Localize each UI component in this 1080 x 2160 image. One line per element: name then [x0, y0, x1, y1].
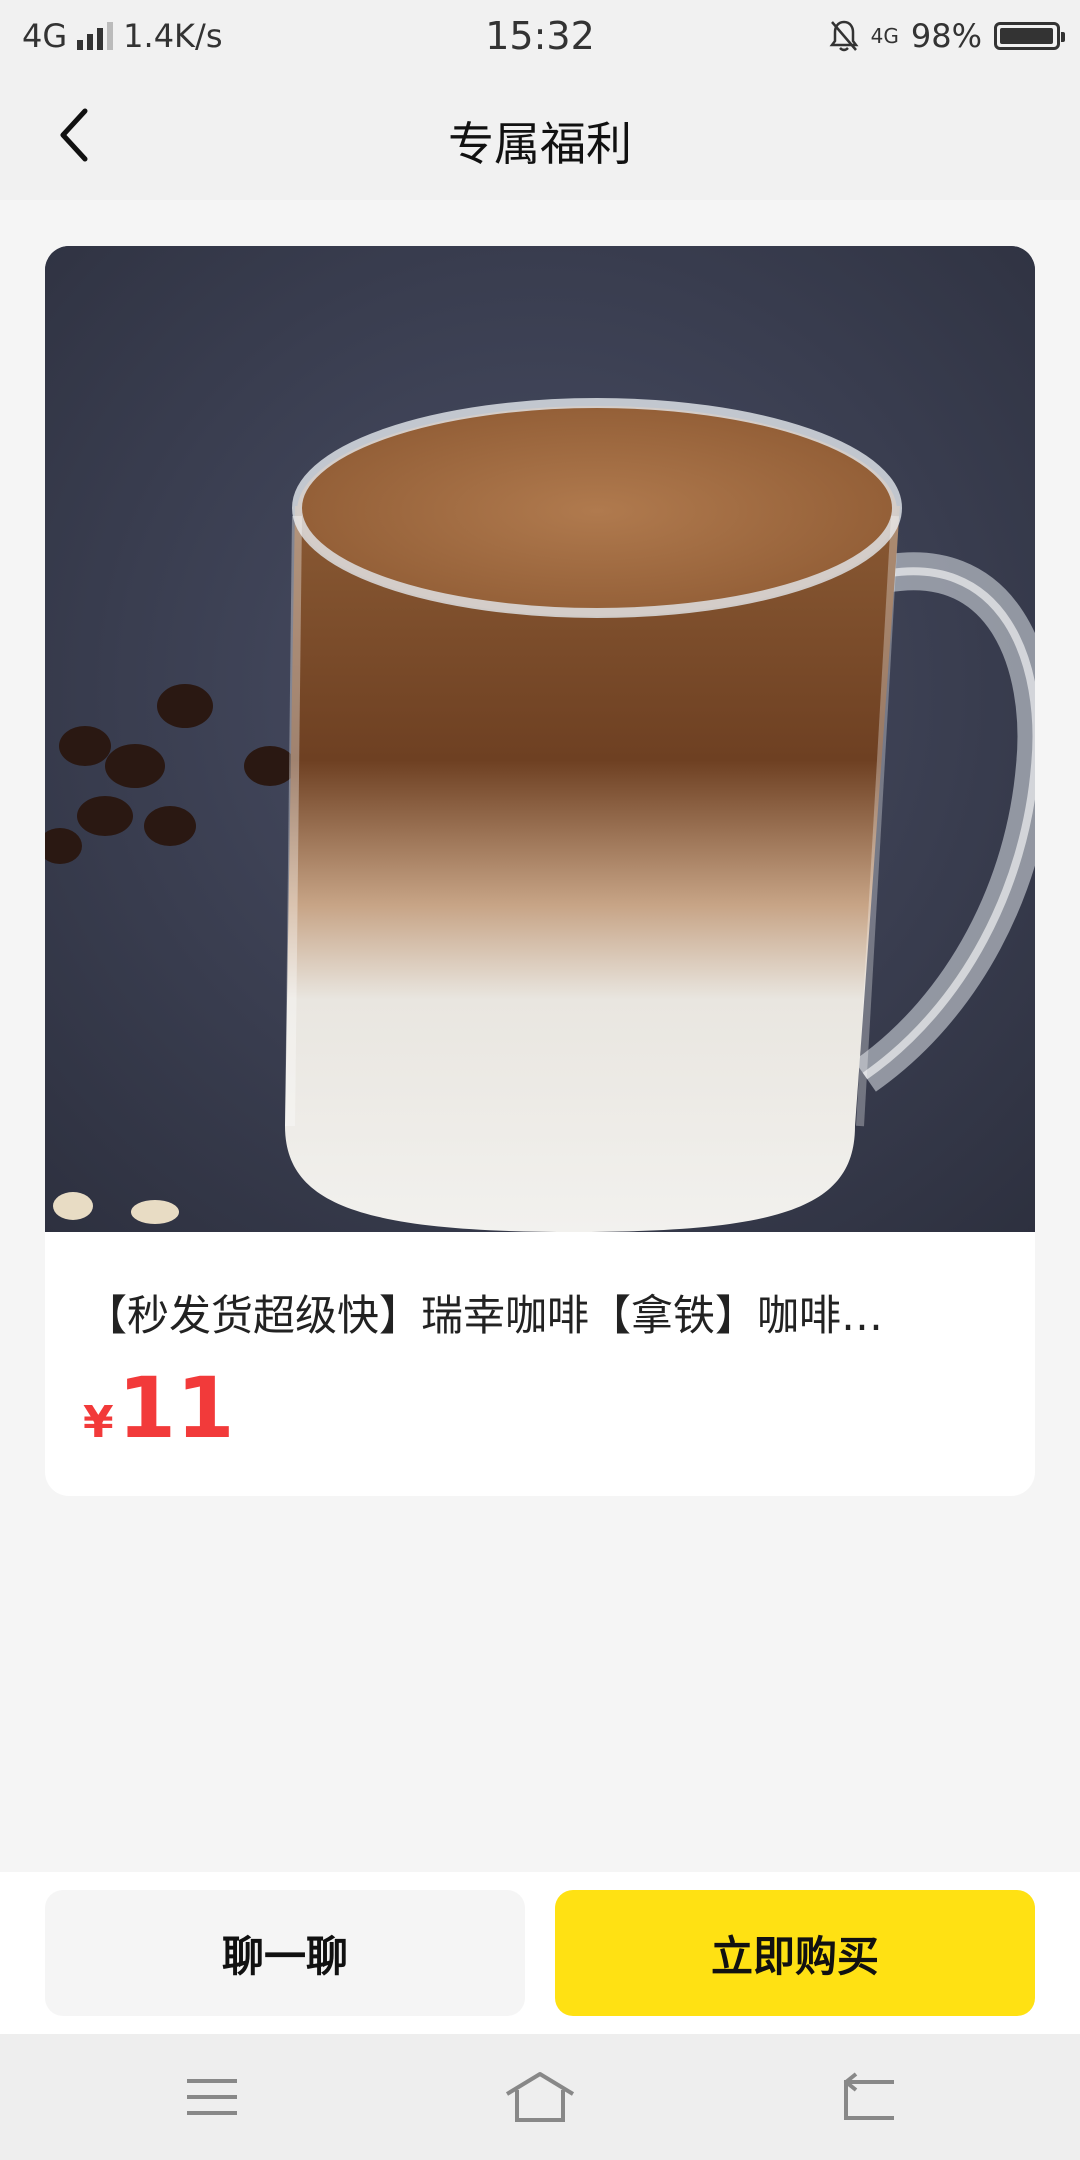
product-card[interactable]: 【秒发货超级快】瑞幸咖啡【拿铁】咖啡… ¥ 11	[45, 246, 1035, 1496]
system-back-button[interactable]	[828, 2062, 908, 2132]
price-value: 11	[117, 1359, 235, 1457]
back-icon	[844, 2072, 894, 2120]
bell-off-icon	[829, 20, 859, 52]
buy-now-button[interactable]: 立即购买	[555, 1890, 1035, 2016]
battery-icon	[994, 22, 1065, 50]
page-title: 专属福利	[448, 117, 632, 171]
menu-button[interactable]	[172, 2062, 252, 2132]
product-title[interactable]: 【秒发货超级快】瑞幸咖啡【拿铁】咖啡…	[85, 1282, 995, 1343]
network-type-right: 4G	[870, 24, 899, 48]
home-button[interactable]	[500, 2062, 580, 2132]
product-price: ¥ 11	[83, 1366, 235, 1450]
system-nav-bar	[0, 2034, 1080, 2160]
status-right: 4G 98%	[829, 16, 1065, 56]
menu-icon	[187, 2079, 237, 2115]
status-bar: 4G 1.4K/s 15:32 4G 98%	[0, 0, 1080, 72]
home-icon	[505, 2072, 575, 2122]
chat-button[interactable]: 聊一聊	[45, 1890, 525, 2016]
action-bar: 聊一聊 立即购买	[0, 1872, 1080, 2034]
page-header: 专属福利	[0, 72, 1080, 200]
battery-percent: 98%	[910, 17, 982, 55]
product-image[interactable]	[45, 246, 1035, 1232]
price-currency: ¥	[83, 1397, 114, 1448]
